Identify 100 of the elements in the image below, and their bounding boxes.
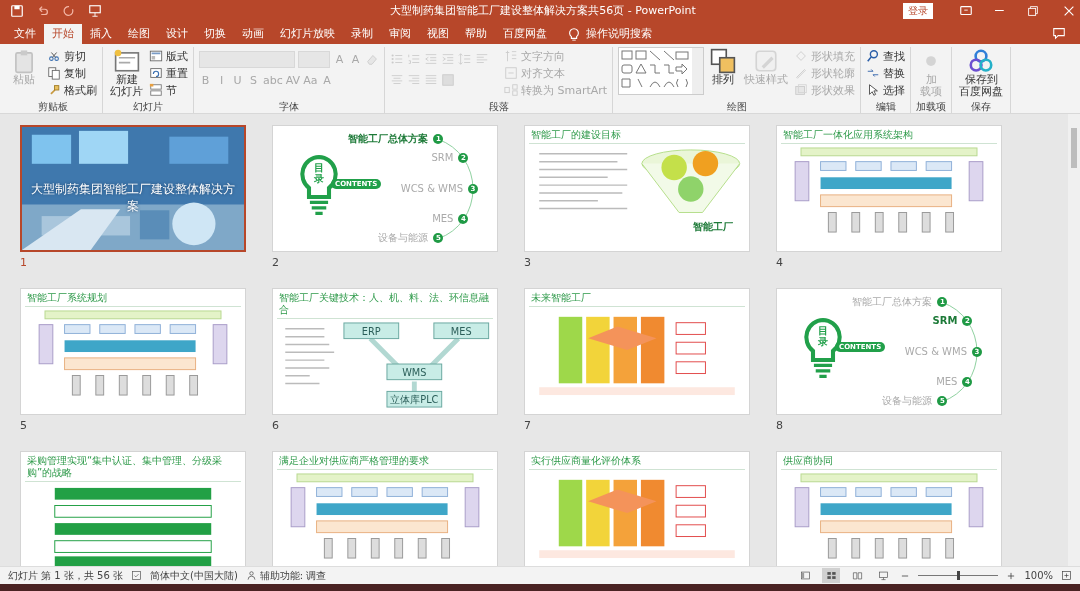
ribbon-button[interactable]: 版式 <box>149 48 188 64</box>
normal-view-icon <box>799 570 811 582</box>
ribbon-tab[interactable]: 切换 <box>196 23 234 44</box>
slide-number: 2 <box>272 255 279 269</box>
slide-title: 采购管理实现“集中认证、集中管理、分级采购”的战略 <box>26 453 224 480</box>
layout-icon <box>149 49 163 64</box>
contents-item: 设备与能源 <box>882 394 933 408</box>
comment-icon <box>1052 25 1066 40</box>
ribbon-tab[interactable]: 幻灯片放映 <box>272 23 343 44</box>
search-field[interactable]: 操作说明搜索 <box>567 23 652 44</box>
box-label: ERP <box>361 325 381 337</box>
slide-thumbnail[interactable]: 满足企业对供应商严格管理的要求 <box>272 450 498 567</box>
ribbon-tab[interactable]: 录制 <box>343 23 381 44</box>
slide-thumbnail[interactable]: 大型制药集团智能工厂建设整体解决方案 <box>20 124 246 252</box>
slide-thumbnail[interactable]: 采购管理实现“集中认证、集中管理、分级采购”的战略 <box>20 450 246 567</box>
slide-title: 智能工厂的建设目标 <box>530 127 622 142</box>
group-label: 字体 <box>278 99 300 113</box>
smartart-icon <box>504 83 518 98</box>
pen-icon <box>794 66 809 81</box>
ribbon-button[interactable]: 重置 <box>149 65 188 81</box>
ribbon-button[interactable]: 排列 <box>708 46 739 87</box>
eraser-icon <box>365 52 379 67</box>
shape-effect-icon <box>794 83 809 98</box>
reset-icon <box>149 66 163 81</box>
contents-heading: 目录 <box>314 161 324 184</box>
arrange-icon <box>710 47 737 74</box>
redo-icon <box>62 3 76 18</box>
box-label: WMS <box>402 366 427 378</box>
box-label: 立体库PLC <box>390 393 439 405</box>
ribbon-tab[interactable]: 帮助 <box>457 23 495 44</box>
slide-title: 大型制药集团智能工厂建设整体解决方案 <box>30 180 236 215</box>
login-button[interactable]: 登录 <box>903 2 934 19</box>
contents-item: MES <box>432 212 454 226</box>
slide-info: 幻灯片 第 1 张，共 56 张 <box>8 568 123 583</box>
bullet-list-icon <box>390 52 404 67</box>
contents-item: 智能工厂总体方案 <box>348 132 429 146</box>
cursor-icon <box>866 83 881 98</box>
slide-number: 1 <box>20 255 27 269</box>
ribbon-tab[interactable]: 开始 <box>44 23 82 44</box>
shapes-gallery[interactable] <box>618 46 705 95</box>
ribbon-button[interactable]: 剪切 <box>47 48 97 64</box>
minimize-icon <box>995 10 1004 12</box>
accessibility-button[interactable]: 辅助功能: 调查 <box>245 568 327 583</box>
ribbon-tab[interactable]: 审阅 <box>381 23 419 44</box>
slide-title: 智能工厂一体化应用系统架构 <box>782 127 914 142</box>
slide-number: 7 <box>524 418 531 432</box>
ribbon-button[interactable]: 新建 幻灯片 <box>108 46 145 99</box>
scissors-icon <box>47 49 61 64</box>
copy-icon <box>47 66 61 81</box>
scrollbar[interactable] <box>1068 113 1080 567</box>
slide-number: 3 <box>524 255 531 269</box>
ribbon-button[interactable]: 保存到 百度网盘 <box>957 46 1006 99</box>
cloud-icon <box>968 47 995 74</box>
box-label: MES <box>450 325 472 337</box>
ribbon-tab[interactable]: 百度网盘 <box>495 23 555 44</box>
ribbon-button[interactable]: 选择 <box>866 82 906 98</box>
contents-item: WCS & WMS <box>400 181 463 195</box>
outdent-icon <box>424 52 438 67</box>
ribbon-tab[interactable]: 设计 <box>158 23 196 44</box>
contents-item: SRM <box>431 151 454 165</box>
line-spacing-icon <box>458 52 472 67</box>
slideshow-icon <box>877 570 889 582</box>
contents-item: 智能工厂总体方案 <box>852 295 933 309</box>
contents-heading: 目录 <box>818 324 828 347</box>
slide-thumbnail[interactable]: 供应商协同 <box>776 450 1002 567</box>
ribbon-button[interactable]: 替换 <box>866 65 906 81</box>
ribbon-button[interactable]: 复制 <box>47 65 97 81</box>
new-slide-icon <box>113 47 140 74</box>
ribbon-button[interactable]: 节 <box>149 82 188 98</box>
slide-thumbnail[interactable]: 实行供应商量化评价体系 <box>524 450 750 567</box>
ribbon-tab[interactable]: 视图 <box>419 23 457 44</box>
slide-number: 8 <box>776 418 783 432</box>
lightbulb-icon <box>567 26 581 41</box>
group-label: 编辑 <box>874 99 897 113</box>
window-title: 大型制药集团智能工厂建设整体解决方案共56页 - PowerPoint <box>389 3 697 19</box>
group-label: 绘图 <box>725 99 748 113</box>
ribbon-button[interactable]: 格式刷 <box>47 82 97 98</box>
slide-thumbnail[interactable]: 智能工厂关键技术：人、机、料、法、环信息融合 ERP MES WMS 立体库PLC <box>272 287 498 415</box>
slide-thumbnail[interactable]: 未来智能工厂 <box>524 287 750 415</box>
presentation-icon <box>88 3 102 18</box>
ribbon-tab[interactable]: 插入 <box>82 23 120 44</box>
text-direction-icon <box>504 49 518 64</box>
ribbon-tab[interactable]: 文件 <box>6 23 44 44</box>
ribbon-tab[interactable]: 动画 <box>234 23 272 44</box>
ribbon-tab[interactable]: 绘图 <box>120 23 158 44</box>
zoom-level[interactable]: 100% <box>1024 570 1053 582</box>
view-button[interactable] <box>822 568 841 584</box>
slide-title: 实行供应商量化评价体系 <box>530 453 642 468</box>
slide-thumbnail[interactable]: 智能工厂系统规划 <box>20 287 246 415</box>
slide-title: 智能工厂关键技术：人、机、料、法、环信息融合 <box>278 290 490 317</box>
language-label[interactable]: 简体中文(中国大陆) <box>150 568 238 583</box>
group-label: 保存 <box>970 99 993 113</box>
slide-title: 供应商协同 <box>782 453 834 468</box>
slide-number: 6 <box>272 418 279 432</box>
contents-item: 设备与能源 <box>378 231 429 245</box>
slide-thumbnail[interactable]: 智能工厂的建设目标 智能工厂 <box>524 124 750 252</box>
slide-thumbnail[interactable]: 智能工厂一体化应用系统架构 <box>776 124 1002 252</box>
undo-icon <box>36 3 50 18</box>
ribbon-button[interactable]: 查找 <box>866 48 906 64</box>
group-label: 段落 <box>487 99 510 113</box>
